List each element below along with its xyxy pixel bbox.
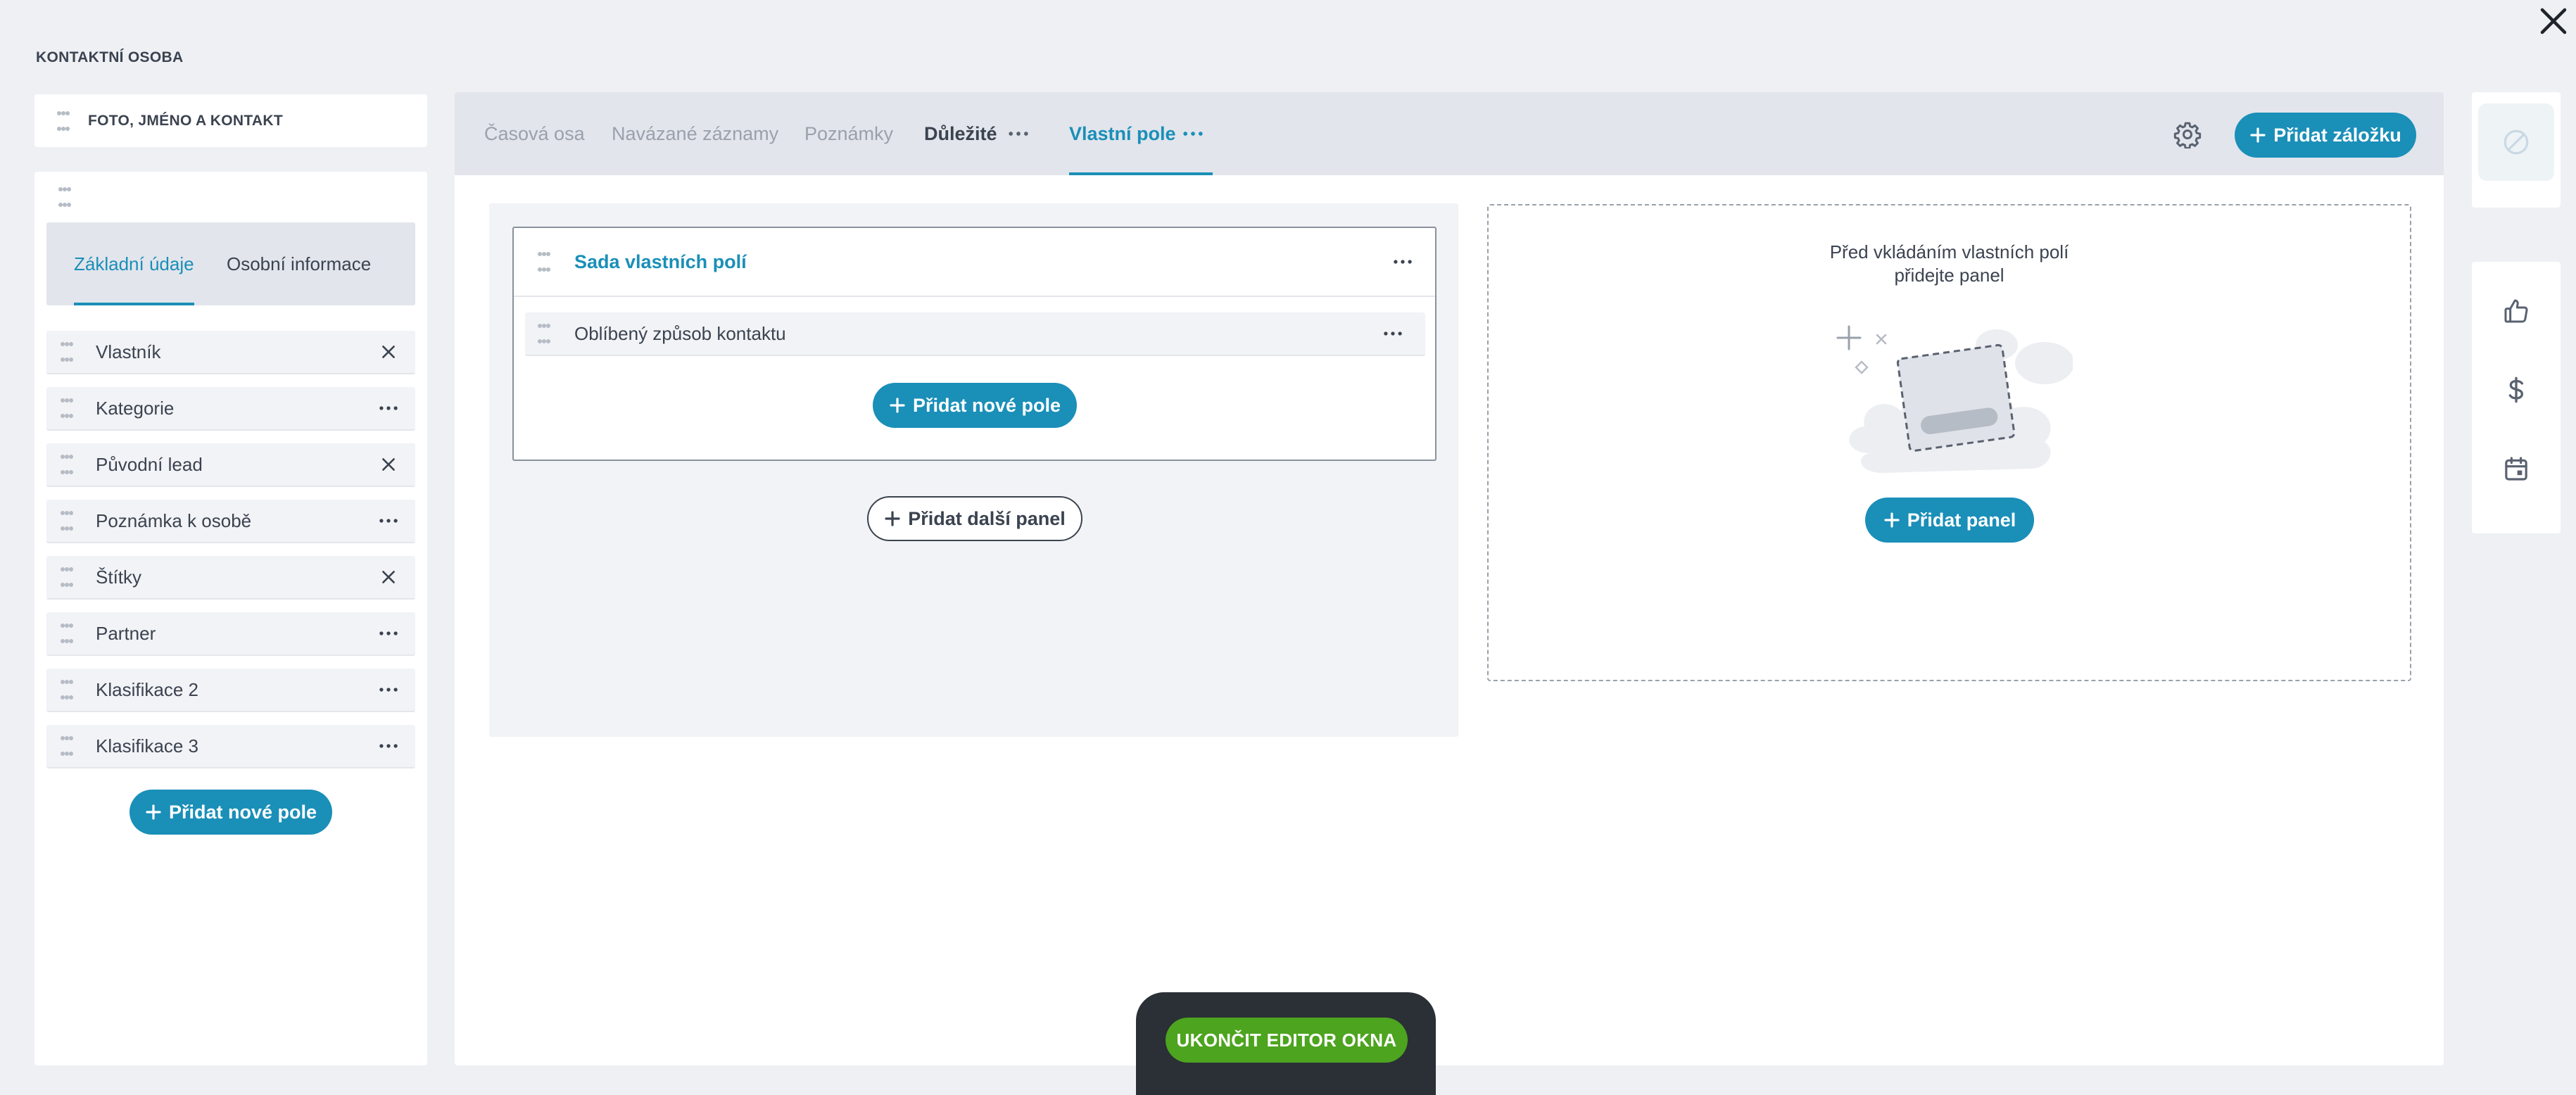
thumbs-up-icon[interactable]: [2502, 297, 2530, 325]
add-another-panel-button[interactable]: Přidat další panel: [867, 496, 1082, 541]
add-field-button[interactable]: Přidat nové pole: [873, 383, 1077, 428]
tab-bar: Časová osa Navázané záznamy Poznámky Důl…: [455, 92, 2444, 175]
drag-handle-icon[interactable]: [61, 736, 73, 756]
empty-zone-text-line2: přidejte panel: [1894, 265, 2004, 286]
plus-icon: [145, 804, 162, 821]
add-field-button[interactable]: Přidat nové pole: [130, 790, 332, 835]
more-icon[interactable]: [1180, 123, 1206, 144]
add-tab-label: Přidat záložku: [2273, 124, 2401, 146]
active-tab-indicator: [1069, 172, 1213, 175]
more-icon[interactable]: [374, 676, 403, 704]
field-label: Klasifikace 2: [96, 678, 198, 700]
drag-handle-icon[interactable]: [61, 680, 73, 700]
left-tabs: Základní údaje Osobní informace: [46, 222, 415, 305]
field-row[interactable]: Kategorie: [46, 387, 415, 431]
tab-notes[interactable]: Poznámky: [804, 92, 893, 175]
plus-icon: [2249, 127, 2266, 144]
main-panel: Časová osa Navázané záznamy Poznámky Důl…: [455, 92, 2444, 1065]
field-row[interactable]: Poznámka k osobě: [46, 500, 415, 543]
drag-handle-icon[interactable]: [61, 567, 73, 587]
gear-icon[interactable]: [2173, 120, 2202, 148]
close-icon[interactable]: [374, 450, 403, 479]
field-set-title[interactable]: Sada vlastních polí: [574, 251, 1389, 273]
more-icon[interactable]: [374, 619, 403, 647]
right-sidebar-actions: [2472, 262, 2561, 533]
plus-icon: [1883, 512, 1900, 528]
empty-panel-dropzone[interactable]: Před vkládáním vlastních polí přidejte p…: [1487, 204, 2411, 681]
drag-handle-icon[interactable]: [61, 455, 73, 474]
tab-important[interactable]: Důležité: [924, 92, 997, 175]
custom-field-label: Oblíbený způsob kontaktu: [574, 322, 786, 344]
ban-icon[interactable]: [2478, 103, 2554, 181]
field-row[interactable]: Původní lead: [46, 443, 415, 487]
field-row[interactable]: Klasifikace 2: [46, 669, 415, 712]
field-row[interactable]: Štítky: [46, 556, 415, 600]
right-sidebar-top: [2472, 92, 2561, 208]
plus-icon: [884, 510, 901, 527]
left-fields-panel: Základní údaje Osobní informace Vlastník…: [34, 172, 427, 1065]
drag-handle-icon[interactable]: [57, 110, 70, 131]
add-panel-button[interactable]: Přidat panel: [1865, 498, 2034, 543]
more-icon[interactable]: [374, 507, 403, 535]
field-row[interactable]: Vlastník: [46, 331, 415, 374]
field-label: Vlastník: [96, 341, 161, 362]
add-another-panel-label: Přidat další panel: [908, 507, 1066, 529]
add-field-label: Přidat nové pole: [168, 801, 317, 823]
drag-handle-icon[interactable]: [61, 511, 73, 531]
more-icon[interactable]: [374, 732, 403, 760]
custom-field-row[interactable]: Oblíbený způsob kontaktu: [525, 312, 1425, 356]
field-label: Partner: [96, 622, 156, 644]
editor-bar: UKONČIT EDITOR OKNA: [1136, 992, 1436, 1095]
drag-handle-icon[interactable]: [58, 187, 71, 207]
tab-custom-fields[interactable]: Vlastní pole: [1069, 92, 1176, 175]
empty-zone-text-line1: Před vkládáním vlastních polí: [1829, 241, 2069, 262]
section-label: FOTO, JMÉNO A KONTAKT: [88, 112, 283, 129]
section-title: KONTAKTNÍ OSOBA: [36, 49, 184, 65]
field-label: Poznámka k osobě: [96, 509, 252, 531]
add-field-label: Přidat nové pole: [912, 394, 1061, 416]
more-icon[interactable]: [1379, 319, 1407, 348]
tab-basic-info[interactable]: Základní údaje: [74, 222, 194, 305]
more-icon[interactable]: [1389, 248, 1417, 276]
calendar-icon[interactable]: [2502, 455, 2530, 483]
exit-editor-button[interactable]: UKONČIT EDITOR OKNA: [1166, 1018, 1408, 1063]
drag-handle-icon[interactable]: [61, 398, 73, 418]
tab-personal-info[interactable]: Osobní informace: [227, 222, 371, 305]
add-panel-label: Přidat panel: [1907, 509, 2016, 531]
drag-handle-icon[interactable]: [538, 324, 550, 343]
drag-handle-icon[interactable]: [538, 252, 550, 272]
drag-handle-icon[interactable]: [61, 624, 73, 643]
field-label: Klasifikace 3: [96, 735, 198, 757]
field-set-header: Sada vlastních polí: [514, 228, 1435, 297]
more-icon[interactable]: [374, 394, 403, 422]
drag-handle-icon[interactable]: [61, 342, 73, 362]
more-icon[interactable]: [1006, 123, 1031, 144]
close-icon[interactable]: [374, 338, 403, 366]
close-icon[interactable]: [2537, 4, 2570, 38]
close-icon[interactable]: [374, 563, 403, 591]
field-row[interactable]: Partner: [46, 612, 415, 656]
plus-icon: [889, 397, 906, 414]
tab-timeline[interactable]: Časová osa: [484, 92, 585, 175]
field-label: Původní lead: [96, 453, 203, 475]
empty-panel-illustration: [1833, 305, 2073, 481]
tab-linked-records[interactable]: Navázané záznamy: [612, 92, 778, 175]
add-tab-button[interactable]: Přidat záložku: [2235, 113, 2416, 158]
dollar-icon[interactable]: [2502, 376, 2530, 404]
field-label: Štítky: [96, 566, 142, 588]
field-row[interactable]: Klasifikace 3: [46, 725, 415, 768]
photo-name-contact-section[interactable]: FOTO, JMÉNO A KONTAKT: [34, 94, 427, 147]
field-label: Kategorie: [96, 397, 175, 419]
custom-field-set: Sada vlastních polí Oblíbený způsob kont…: [512, 227, 1437, 461]
